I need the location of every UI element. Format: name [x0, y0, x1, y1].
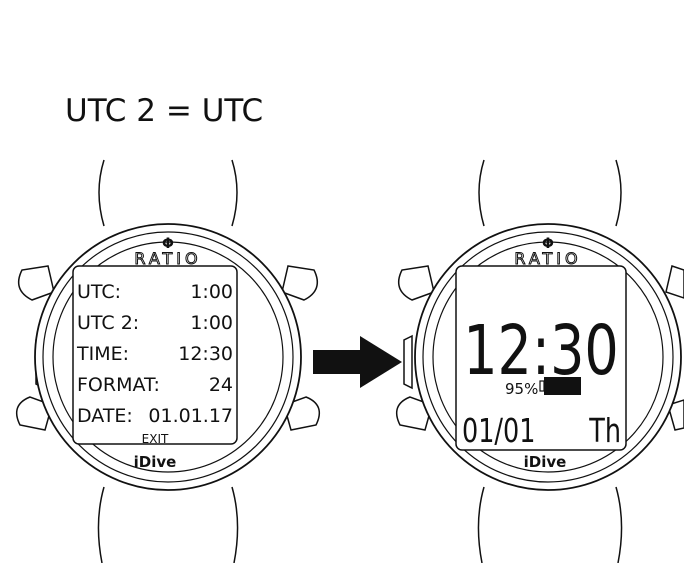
row-value-date: 01.01.17 — [148, 405, 233, 427]
big-time: 12:30 — [463, 309, 619, 390]
watch-illustration: Φ RATIO UTC: 1:00 UTC 2: 1:00 TIME: 12:3… — [15, 159, 684, 563]
date-label: 01/01 — [462, 412, 535, 450]
row-label-format: FORMAT: — [77, 374, 160, 396]
battery-percent: 95% — [505, 380, 538, 398]
weekday-label: Th — [588, 412, 621, 450]
row-value-utc: 1:00 — [190, 281, 233, 303]
brand-name-right: RATIO — [514, 249, 581, 268]
model-label-right: iDive — [524, 453, 567, 471]
arrow-icon — [313, 336, 402, 388]
brand-name: RATIO — [134, 249, 201, 268]
row-label-time: TIME: — [76, 343, 129, 365]
row-label-date: DATE: — [77, 405, 133, 427]
row-value-format: 24 — [209, 374, 233, 396]
left-watch: Φ RATIO UTC: 1:00 UTC 2: 1:00 TIME: 12:3… — [15, 159, 321, 563]
battery-icon — [539, 377, 581, 395]
right-watch-strap-top — [478, 159, 622, 227]
row-value-utc2: 1:00 — [190, 312, 233, 334]
exit-label: EXIT — [142, 432, 169, 446]
row-label-utc: UTC: — [77, 281, 121, 303]
left-watch-strap-bottom — [97, 486, 239, 563]
left-watch-strap-top — [98, 159, 238, 227]
model-label: iDive — [134, 453, 177, 471]
row-value-time: 12:30 — [178, 343, 233, 365]
row-label-utc2: UTC 2: — [77, 312, 139, 334]
right-watch-strap-bottom — [477, 486, 623, 563]
right-watch: Φ RATIO 12:30 95% 01/01 Th iDive — [395, 159, 684, 563]
diagram: UTC 2 = UTC Φ RATIO UTC: 1:00 UTC 2: 1:0… — [0, 0, 684, 563]
